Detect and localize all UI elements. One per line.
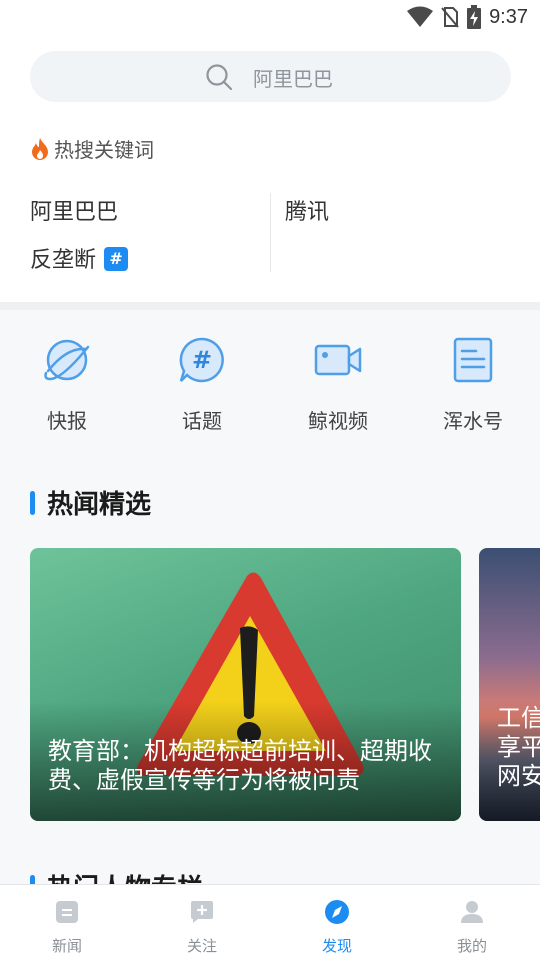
- keyword-divider: [270, 193, 271, 272]
- featured-card-title: 工信 享平 网安: [497, 704, 540, 790]
- battery-charging-icon: [467, 5, 482, 29]
- flame-icon: [32, 137, 48, 160]
- keyword-alibaba[interactable]: 阿里巴巴: [30, 194, 118, 226]
- hot-search-title: 热搜关键词: [54, 138, 154, 162]
- tab-discover[interactable]: 发现: [292, 899, 382, 956]
- featured-section-header: 热闻精选: [30, 484, 151, 521]
- hashtag-bubble-icon: #: [179, 337, 224, 383]
- svg-text:#: #: [192, 346, 212, 374]
- quick-link-label: 快报: [47, 409, 87, 433]
- news-icon: [56, 901, 78, 923]
- featured-card-title: 教育部：机构超标超前培训、超期收费、虚假宣传等行为将被问责: [48, 737, 432, 794]
- wifi-icon: [407, 6, 434, 27]
- document-icon: [453, 337, 493, 383]
- featured-section-title: 热闻精选: [47, 490, 152, 520]
- featured-card[interactable]: 教育部：机构超标超前培训、超期收费、虚假宣传等行为将被问责: [30, 548, 461, 821]
- profile-icon: [461, 901, 483, 923]
- tab-profile[interactable]: 我的: [427, 899, 517, 956]
- video-camera-icon: [314, 344, 362, 376]
- keyword-tencent[interactable]: 腾讯: [285, 194, 329, 226]
- status-time: 9:37: [489, 5, 528, 28]
- tab-label: 关注: [186, 937, 217, 955]
- tab-label: 发现: [321, 937, 352, 955]
- featured-card[interactable]: 工信 享平 网安: [479, 548, 540, 821]
- tab-follow[interactable]: 关注: [157, 899, 247, 956]
- planet-icon: [44, 339, 90, 381]
- no-sim-icon: [441, 7, 459, 28]
- follow-icon: [191, 901, 213, 923]
- tab-label: 新闻: [51, 937, 82, 955]
- quick-link-topics[interactable]: # 话题: [147, 335, 257, 434]
- keyword-antitrust-label: 反垄断: [30, 248, 97, 273]
- quick-link-whale-video[interactable]: 鲸视频: [283, 335, 393, 434]
- quick-link-label: 鲸视频: [308, 409, 368, 433]
- search-bar[interactable]: 阿里巴巴: [30, 51, 511, 102]
- quick-link-label: 浑水号: [443, 409, 503, 433]
- keyword-antitrust[interactable]: 反垄断 #: [30, 242, 129, 274]
- quick-link-kuaibao[interactable]: 快报: [12, 335, 122, 434]
- status-icons: 9:37: [407, 5, 528, 29]
- section-separator: [0, 302, 540, 310]
- search-placeholder: 阿里巴巴: [253, 67, 333, 91]
- tab-label: 我的: [456, 937, 487, 955]
- quick-link-label: 话题: [182, 409, 222, 433]
- compass-icon: [325, 900, 349, 924]
- tab-news[interactable]: 新闻: [22, 899, 112, 956]
- hot-search-header: 热搜关键词: [30, 134, 154, 163]
- bottom-tab-bar: 新闻 关注 发现 我的: [0, 884, 540, 960]
- search-icon: [206, 64, 233, 91]
- status-bar: 9:37: [0, 0, 540, 36]
- topic-hash-badge: #: [104, 247, 129, 271]
- section-accent-bar: [30, 490, 35, 515]
- quick-link-hunshui[interactable]: 浑水号: [418, 335, 528, 434]
